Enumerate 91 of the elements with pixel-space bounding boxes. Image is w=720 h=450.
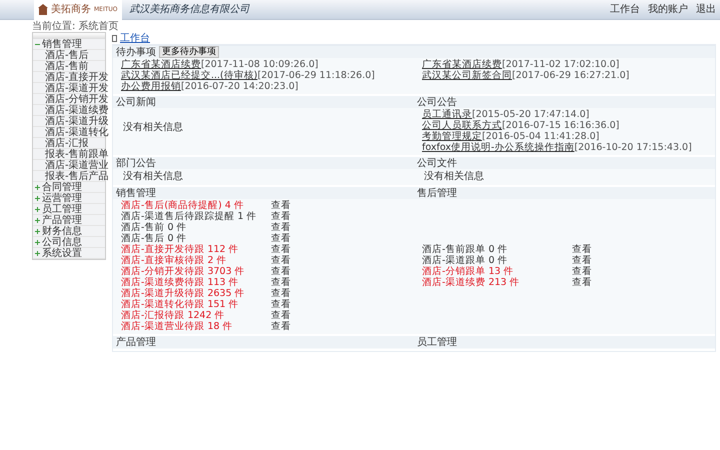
item-link[interactable]: 武汉某酒店已经提交...(待审核) [121,70,258,81]
header-link[interactable]: 工作台 [610,4,640,15]
logo-text: 美拓商务 [51,4,91,15]
view-link[interactable]: 查看 [271,321,291,332]
section-title: 公司文件 [417,158,457,168]
plus-icon [35,196,40,200]
sidebar-item[interactable]: 财务信息 [33,226,105,237]
header-link[interactable]: 我的账户 [648,4,688,15]
section-title: 公司新闻 [116,96,156,108]
task-count-text: 酒店-渠道跟单 0 件 [422,255,509,266]
item-link[interactable]: 办公费用报销 [121,81,181,92]
section-title: 部门公告 [116,158,156,168]
item-date: [2017-06-29 11:18:26.0] [257,70,375,81]
task-count-text: 酒店-渠道续费 213 件 [422,277,521,288]
item-date: [2016-07-20 14:20:23.0] [181,81,298,92]
item-date: [2017-06-29 16:27:21.0] [512,70,630,81]
item-link[interactable]: foxfox使用说明-办公系统操作指南 [422,142,574,153]
task-count-text: 酒店-售后 0 件 [121,233,188,244]
sidebar-subitem[interactable]: 酒店-汇报 [33,138,105,149]
sidebar-item[interactable]: 合同管理 [33,182,105,193]
sidebar-item[interactable]: 员工管理 [33,204,105,215]
section-title: 销售管理 [116,188,156,198]
view-link[interactable]: 查看 [271,255,291,266]
view-link[interactable]: 查看 [271,266,291,277]
minus-icon [35,42,40,46]
page-title-link[interactable]: 工作台 [120,32,150,44]
sidebar-subitem[interactable]: 酒店-售后 [33,50,105,61]
item-date: [2016-10-20 17:15:43.0] [574,142,692,153]
plus-icon [35,250,40,256]
page-icon [112,34,117,42]
item-date: [2017-11-08 10:09:26.0] [201,59,318,70]
item-link[interactable]: 广东省某酒店续费 [121,59,201,70]
plus-icon [35,240,40,244]
sidebar-item[interactable]: 销售管理 [33,39,105,50]
sidebar-item[interactable]: 产品管理 [33,215,105,226]
task-count-text: 酒店-直接审核待跟 2 件 [121,255,228,266]
view-link[interactable]: 查看 [271,244,291,255]
plus-icon [35,206,40,212]
task-count-text: 酒店-售后(商品待提醒) 4 件 [121,200,245,211]
task-count-text: 酒店-售前跟单 0 件 [422,244,509,255]
view-link[interactable]: 查看 [271,200,291,211]
task-count-text: 酒店-渠道升级待跟 2635 件 [121,288,246,299]
sidebar-subitem[interactable]: 酒店-售前 [33,61,105,72]
view-link[interactable]: 查看 [572,277,592,288]
empty-message: 没有相关信息 [122,120,184,135]
view-link[interactable]: 查看 [572,244,592,255]
empty-message: 没有相关信息 [423,170,485,184]
item-link[interactable]: 公司人员联系方式 [422,120,502,131]
item-date: [2016-05-04 11:41:28.0] [482,131,600,142]
section-title: 员工管理 [417,336,457,348]
plus-icon [35,218,40,222]
task-count-text: 酒店-汇报待跟 1242 件 [121,310,226,321]
item-date: [2016-07-15 16:16:36.0] [502,120,620,131]
view-link[interactable]: 查看 [572,266,592,277]
section-title: 公司公告 [417,96,457,108]
task-count-text: 酒店-渠道转化待跟 151 件 [121,299,240,310]
item-link[interactable]: 武汉某公司新签合同 [422,70,512,81]
item-link[interactable]: 广东省某酒店续费 [422,59,502,70]
task-count-text: 酒店-直接开发待跟 112 件 [121,244,240,255]
item-date: [2015-05-20 17:47:14.0] [472,109,590,120]
plus-icon [35,184,40,190]
item-link[interactable]: 员工通讯录 [422,109,472,120]
task-count-text: 酒店-渠道售后待跟踪提醒 1 件 [121,211,258,222]
task-count-text: 酒店-售前 0 件 [121,222,188,233]
view-link[interactable]: 查看 [271,310,291,321]
view-link[interactable]: 查看 [271,233,291,244]
more-todo-button[interactable]: 更多待办事项 [159,46,219,58]
view-link[interactable]: 查看 [572,255,592,266]
task-count-text: 酒店-渠道续费待跟 113 件 [121,277,240,288]
item-link[interactable]: 考勤管理规定 [422,131,482,142]
sidebar-item[interactable]: 运营管理 [33,193,105,204]
empty-message: 没有相关信息 [122,170,184,184]
view-link[interactable]: 查看 [271,299,291,310]
view-link[interactable]: 查看 [271,222,291,233]
item-date: [2017-11-02 17:02:10.0] [502,59,620,70]
task-count-text: 酒店-渠道营业待跟 18 件 [121,321,234,332]
sidebar-item[interactable]: 公司信息 [33,237,105,248]
task-count-text: 酒店-分销开发待跟 3703 件 [121,266,246,277]
view-link[interactable]: 查看 [271,288,291,299]
header-link[interactable]: 退出 [696,4,716,15]
section-title: 待办事项 [116,46,156,58]
sidebar-item[interactable]: 系统设置 [33,248,105,259]
building-icon [38,4,48,16]
task-count-text: 酒店-分销跟单 13 件 [422,266,515,277]
breadcrumb: 当前位置: 系统首页 [31,20,120,32]
view-link[interactable]: 查看 [271,277,291,288]
company-name: 武汉美拓商务信息有限公司 [130,4,251,15]
section-title: 产品管理 [116,336,156,348]
plus-icon [35,228,40,234]
view-link[interactable]: 查看 [271,211,291,222]
section-title: 售后管理 [417,188,457,198]
